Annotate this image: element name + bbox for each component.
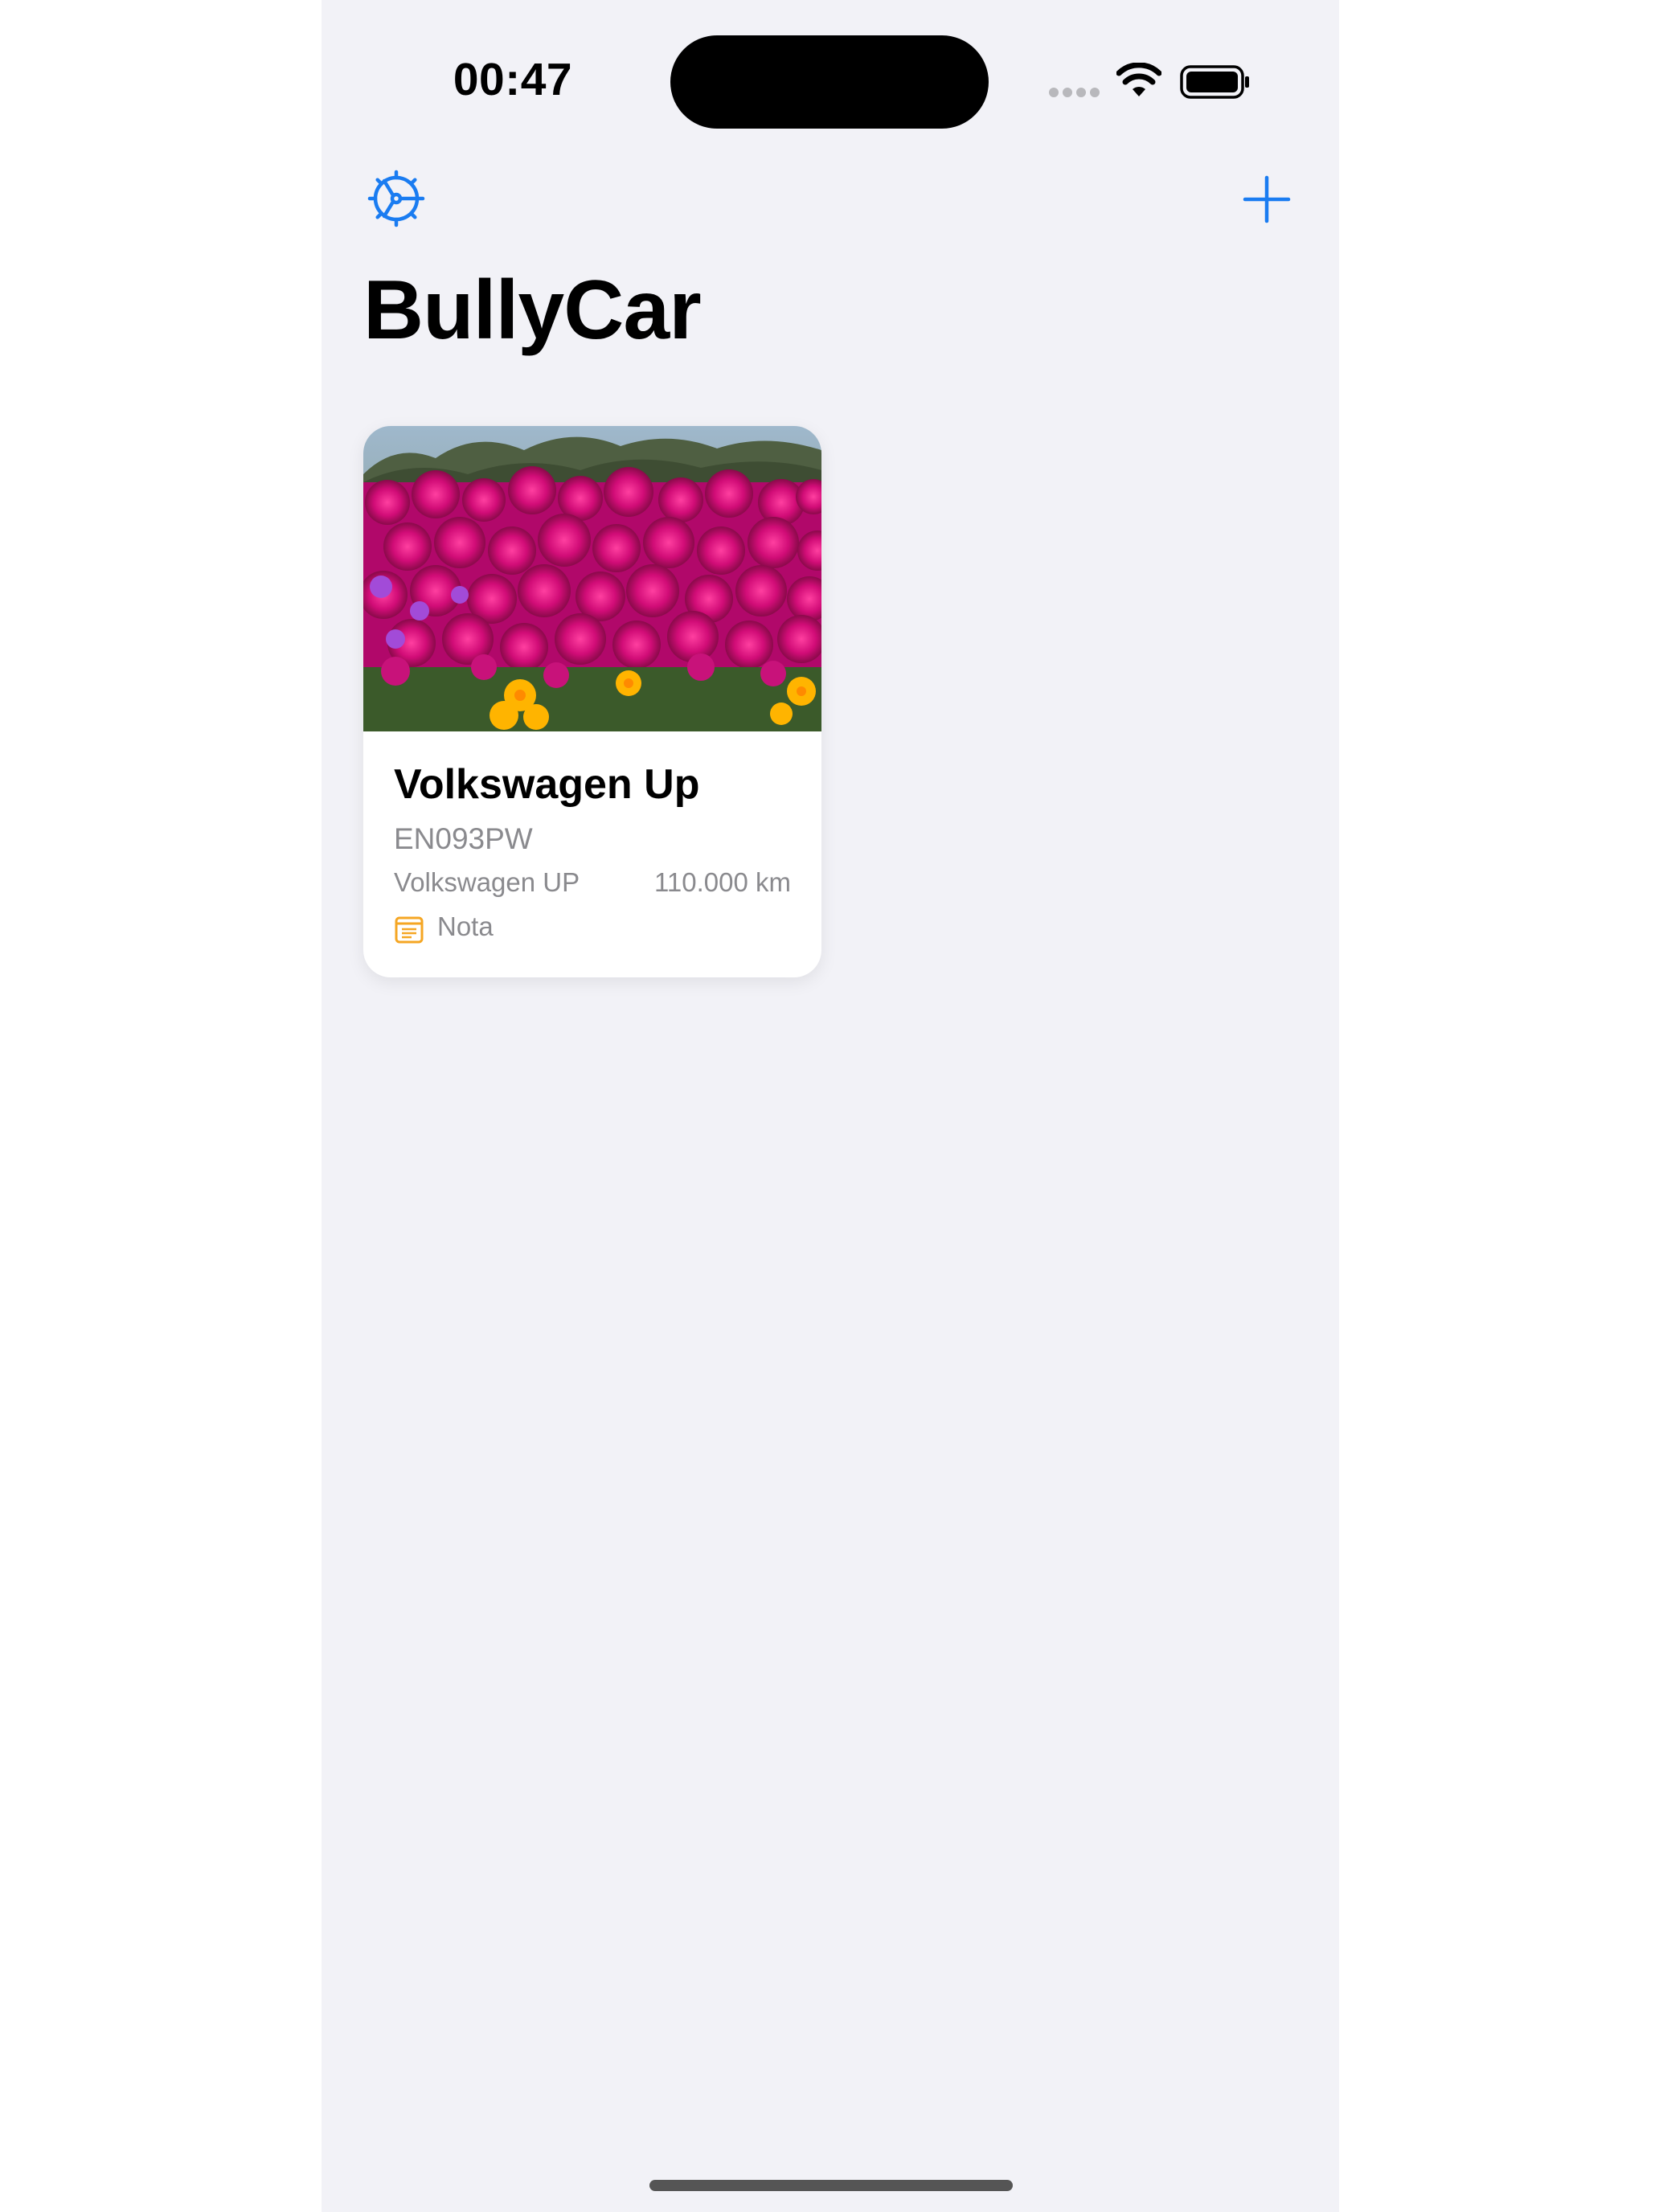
car-license-plate: EN093PW	[394, 822, 533, 855]
app-screen: 00:47 BullyCar Volkswagen Up EN093PW Vol…	[322, 0, 1339, 2212]
add-car-plus-icon[interactable]	[1243, 175, 1291, 223]
wifi-icon	[1116, 63, 1161, 96]
note-icon	[395, 916, 424, 944]
settings-gear-icon[interactable]	[367, 169, 426, 228]
dynamic-island	[670, 35, 989, 129]
car-card[interactable]: Volkswagen Up EN093PW Volkswagen UP 110.…	[363, 426, 821, 977]
battery-icon	[1180, 65, 1249, 99]
car-model: Volkswagen UP	[394, 867, 580, 897]
status-time: 00:47	[453, 54, 573, 105]
car-photo	[363, 426, 821, 731]
cellular-signal-icon	[1049, 88, 1100, 97]
car-name: Volkswagen Up	[394, 761, 700, 808]
car-mileage: 110.000 km	[654, 867, 791, 897]
car-note-label: Nota	[437, 911, 494, 941]
home-indicator[interactable]	[649, 2180, 1013, 2191]
page-title: BullyCar	[363, 264, 702, 357]
